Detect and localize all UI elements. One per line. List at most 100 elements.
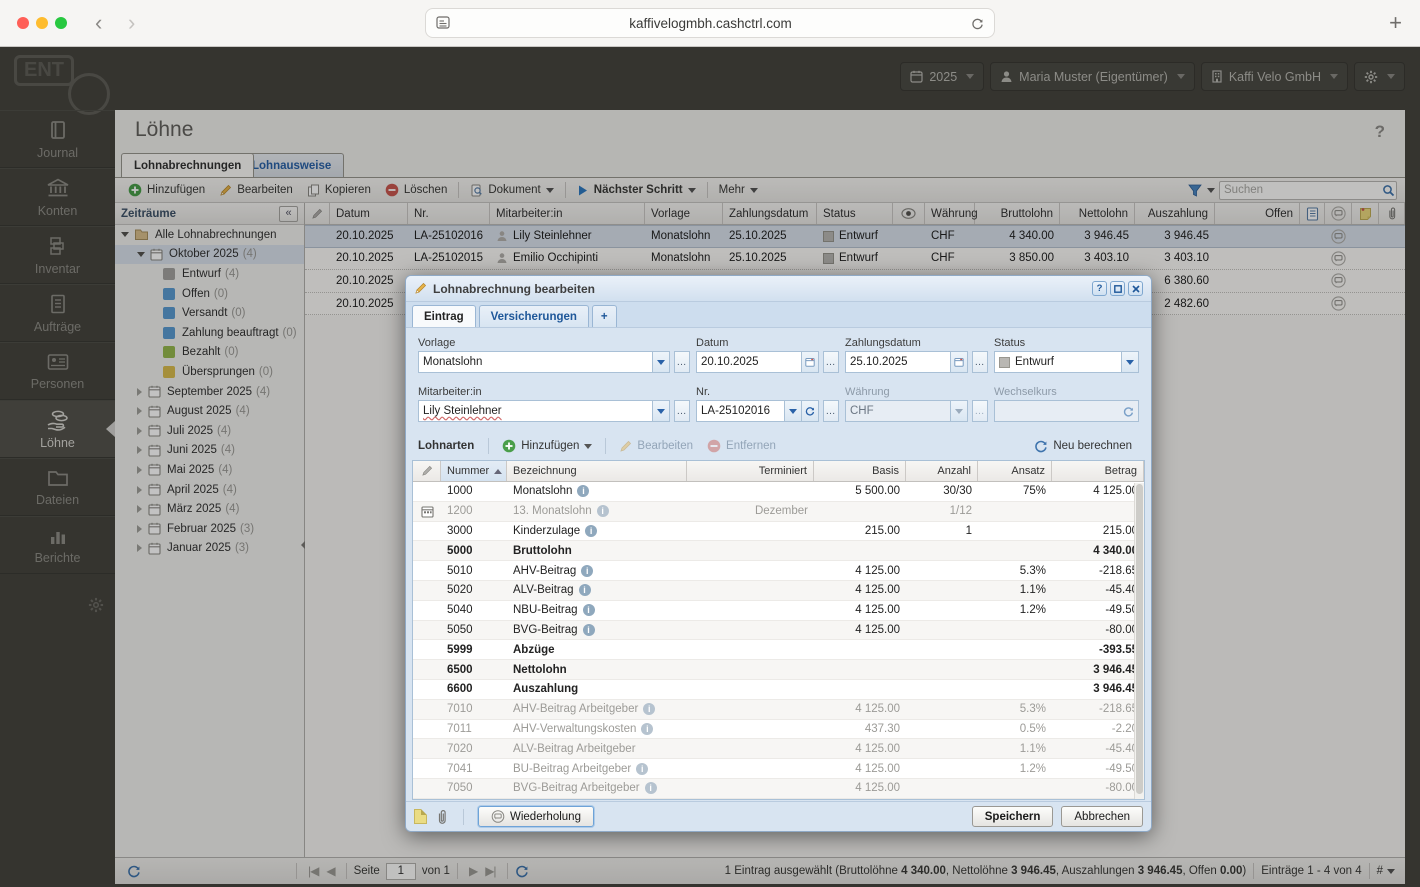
cell-col-basis: 4 125.00 bbox=[814, 700, 906, 719]
dialog-help-button[interactable]: ? bbox=[1092, 281, 1107, 296]
browser-forward-button[interactable]: › bbox=[128, 8, 135, 38]
tab-eintrag[interactable]: Eintrag bbox=[412, 305, 476, 327]
reader-view-icon[interactable] bbox=[436, 16, 450, 30]
dialog-close-button[interactable] bbox=[1128, 281, 1143, 296]
lohnart-remove-button[interactable]: Entfernen bbox=[700, 436, 783, 456]
reload-icon[interactable] bbox=[971, 17, 984, 30]
cell-col-terminiert bbox=[687, 759, 814, 778]
lohnarten-header-col-betrag[interactable]: Betrag bbox=[1052, 461, 1144, 481]
lohnart-row[interactable]: 5999Abzüge-393.55 bbox=[413, 640, 1144, 660]
lohnart-row[interactable]: 3000Kinderzulagei215.001215.00 bbox=[413, 522, 1144, 542]
vorlage-dropdown-trigger[interactable] bbox=[653, 351, 670, 373]
table-scrollbar[interactable] bbox=[1134, 483, 1144, 799]
datum-more-button[interactable]: … bbox=[823, 351, 839, 373]
cell-col-bezeichnung: Abzüge bbox=[507, 640, 687, 659]
mitarbeiter-dropdown-trigger[interactable] bbox=[653, 400, 670, 422]
cell-col-terminiert bbox=[687, 601, 814, 620]
mitarbeiter-more-button[interactable]: … bbox=[674, 400, 690, 422]
wiederholung-button[interactable]: Wiederholung bbox=[478, 806, 594, 827]
lohnarten-header-col-anzahl[interactable]: Anzahl bbox=[906, 461, 978, 481]
mitarbeiter-field: Mitarbeiter:in Lily Steinlehner … bbox=[418, 386, 690, 422]
cell-col-nummer: 7011 bbox=[441, 720, 507, 739]
vorlage-input[interactable]: Monatslohn bbox=[418, 351, 653, 373]
lohnart-row[interactable]: 7020ALV-Beitrag Arbeitgeber4 125.001.1%-… bbox=[413, 739, 1144, 759]
dialog-maximize-button[interactable] bbox=[1110, 281, 1125, 296]
info-icon[interactable]: i bbox=[597, 505, 609, 517]
lohnarten-header-col-terminiert[interactable]: Terminiert bbox=[687, 461, 814, 481]
lohnart-row[interactable]: 5040NBU-Beitragi4 125.001.2%-49.50 bbox=[413, 601, 1144, 621]
lohnart-row[interactable]: 5010AHV-Beitragi4 125.005.3%-218.65 bbox=[413, 561, 1144, 581]
save-button[interactable]: Speichern bbox=[972, 806, 1054, 827]
lohnarten-header-col-nummer[interactable]: Nummer bbox=[441, 461, 507, 481]
status-dropdown-trigger[interactable] bbox=[1122, 351, 1139, 373]
cell-col-ansatz: 1.2% bbox=[978, 601, 1052, 620]
zahlungsdatum-calendar-trigger[interactable] bbox=[951, 351, 968, 373]
nr-more-button[interactable]: … bbox=[823, 400, 839, 422]
lohnarten-header-row-icon-column[interactable] bbox=[413, 461, 441, 481]
mitarbeiter-input[interactable]: Lily Steinlehner bbox=[418, 400, 653, 422]
lohnart-row[interactable]: 5000Bruttolohn4 340.00 bbox=[413, 541, 1144, 561]
cell-col-bezeichnung: BVG-Beitrag Arbeitgeberi bbox=[507, 779, 687, 798]
lohnart-row[interactable]: 1000Monatslohni5 500.0030/3075%4 125.00 bbox=[413, 482, 1144, 502]
info-icon[interactable]: i bbox=[636, 763, 648, 775]
attachment-icon[interactable] bbox=[435, 809, 449, 825]
nr-dropdown-trigger[interactable] bbox=[785, 400, 802, 422]
vorlage-more-button[interactable]: … bbox=[674, 351, 690, 373]
status-input[interactable]: Entwurf bbox=[994, 351, 1122, 373]
info-icon[interactable]: i bbox=[583, 604, 595, 616]
cell-col-betrag: -49.50 bbox=[1052, 759, 1144, 778]
status-color-swatch bbox=[999, 357, 1010, 368]
info-icon[interactable]: i bbox=[581, 565, 593, 577]
cell-col-anzahl bbox=[906, 720, 978, 739]
refresh-icon bbox=[1034, 439, 1048, 453]
cell-col-anzahl bbox=[906, 621, 978, 640]
lohnarten-header-col-basis[interactable]: Basis bbox=[814, 461, 906, 481]
cancel-button[interactable]: Abbrechen bbox=[1061, 806, 1143, 827]
note-icon[interactable] bbox=[414, 809, 427, 824]
nr-input[interactable]: LA-25102016 bbox=[696, 400, 785, 422]
address-bar[interactable]: kaffivelogmbh.cashctrl.com bbox=[425, 8, 995, 38]
zahlungsdatum-input[interactable]: 25.10.2025 bbox=[845, 351, 951, 373]
nr-refresh-trigger[interactable] bbox=[802, 400, 819, 422]
recalculate-button[interactable]: Neu berechnen bbox=[1027, 436, 1139, 456]
lohnart-row[interactable]: 5050BVG-Beitragi4 125.00-80.00 bbox=[413, 621, 1144, 641]
maximize-window-button[interactable] bbox=[55, 17, 67, 29]
zahlungsdatum-more-button[interactable]: … bbox=[972, 351, 988, 373]
lohnart-row[interactable]: 7050BVG-Beitrag Arbeitgeberi4 125.00-80.… bbox=[413, 779, 1144, 799]
tab-add-button[interactable]: + bbox=[592, 305, 617, 327]
minus-circle-icon bbox=[707, 439, 721, 453]
tab-versicherungen[interactable]: Versicherungen bbox=[479, 305, 589, 327]
info-icon[interactable]: i bbox=[585, 525, 597, 537]
datum-calendar-trigger[interactable] bbox=[802, 351, 819, 373]
info-icon[interactable]: i bbox=[579, 584, 591, 596]
pencil-icon bbox=[414, 282, 427, 295]
lohnarten-header-col-ansatz[interactable]: Ansatz bbox=[978, 461, 1052, 481]
lohnart-row[interactable]: 7041BU-Beitrag Arbeitgeberi4 125.001.2%-… bbox=[413, 759, 1144, 779]
info-icon[interactable]: i bbox=[577, 485, 589, 497]
lohnart-row[interactable]: 5020ALV-Beitragi4 125.001.1%-45.40 bbox=[413, 581, 1144, 601]
lohnart-row[interactable]: 7010AHV-Beitrag Arbeitgeberi4 125.005.3%… bbox=[413, 700, 1144, 720]
lohnarten-header-col-bezeichnung[interactable]: Bezeichnung bbox=[507, 461, 687, 481]
new-tab-button[interactable]: + bbox=[1389, 8, 1402, 38]
lohnart-row[interactable]: 120013. MonatslohniDezember1/12 bbox=[413, 502, 1144, 522]
cell-col-anzahl bbox=[906, 779, 978, 798]
cell-col-anzahl bbox=[906, 601, 978, 620]
dialog-titlebar[interactable]: Lohnabrechnung bearbeiten ? bbox=[406, 276, 1151, 302]
lohnart-edit-button[interactable]: Bearbeiten bbox=[612, 436, 700, 456]
lohnart-add-button[interactable]: Hinzufügen bbox=[495, 436, 599, 456]
info-icon[interactable]: i bbox=[645, 782, 657, 794]
info-icon[interactable]: i bbox=[583, 624, 595, 636]
info-icon[interactable]: i bbox=[643, 703, 655, 715]
cell-col-anzahl bbox=[906, 640, 978, 659]
cell-col-anzahl bbox=[906, 561, 978, 580]
lohnart-row[interactable]: 7011AHV-Verwaltungskosteni437.300.5%-2.2… bbox=[413, 720, 1144, 740]
close-window-button[interactable] bbox=[17, 17, 29, 29]
info-icon[interactable]: i bbox=[641, 723, 653, 735]
minimize-window-button[interactable] bbox=[36, 17, 48, 29]
waehrung-field: Währung CHF … bbox=[845, 386, 988, 422]
datum-input[interactable]: 20.10.2025 bbox=[696, 351, 802, 373]
datum-field: Datum 20.10.2025 … bbox=[696, 337, 839, 373]
lohnart-row[interactable]: 6600Auszahlung3 946.45 bbox=[413, 680, 1144, 700]
lohnart-row[interactable]: 6500Nettolohn3 946.45 bbox=[413, 660, 1144, 680]
browser-back-button[interactable]: ‹ bbox=[95, 8, 102, 38]
